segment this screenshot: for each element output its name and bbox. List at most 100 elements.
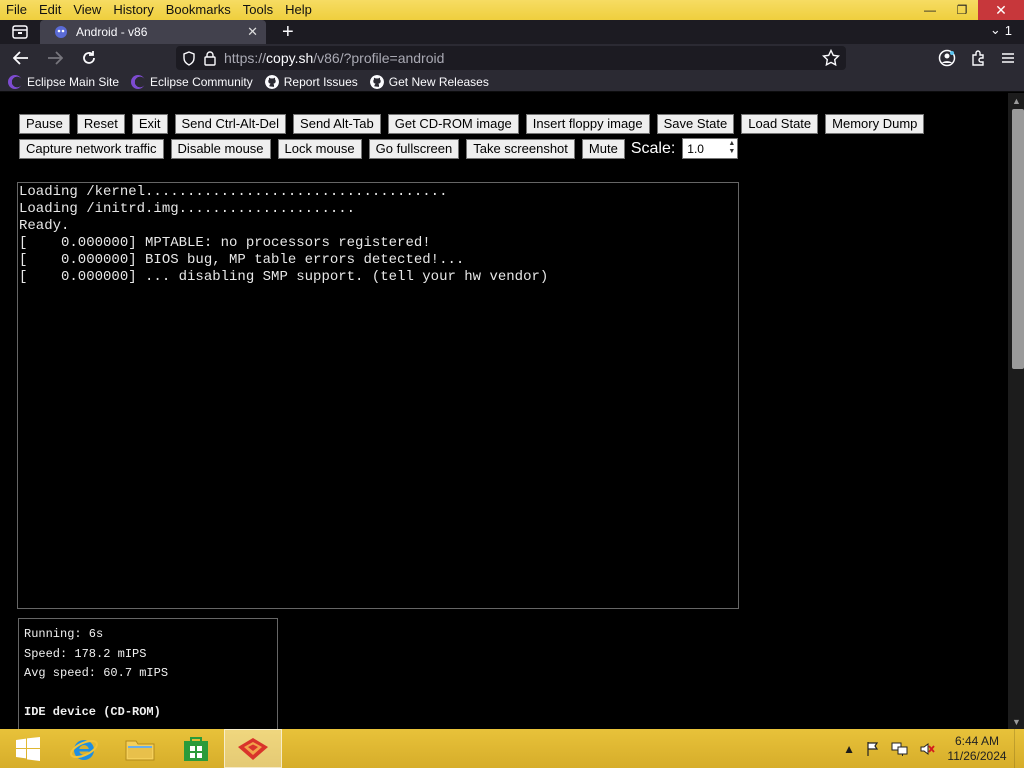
- tab-android-v86[interactable]: Android - v86 ✕: [40, 20, 266, 44]
- scroll-up-icon[interactable]: ▲: [1012, 96, 1021, 106]
- get-cdrom-image-button[interactable]: Get CD-ROM image: [387, 114, 519, 134]
- bookmark-eclipse-community[interactable]: Eclipse Community: [131, 74, 253, 89]
- scale-input[interactable]: 1.0 ▲ ▼: [682, 138, 739, 159]
- menu-tools[interactable]: Tools: [237, 0, 279, 20]
- pause-button[interactable]: Pause: [19, 114, 70, 134]
- save-state-button[interactable]: Save State: [656, 114, 735, 134]
- menu-bar: File Edit View History Bookmarks Tools H…: [0, 0, 1024, 20]
- lock-icon[interactable]: [204, 50, 216, 66]
- capture-network-traffic-button[interactable]: Capture network traffic: [19, 138, 164, 159]
- runtime-info-panel: Running: 6s Speed: 178.2 mIPS Avg speed:…: [18, 618, 278, 729]
- v86-favicon-icon: [55, 26, 67, 38]
- controls-row-1: Pause Reset Exit Send Ctrl-Alt-Del Send …: [19, 114, 925, 134]
- eclipse-icon: [8, 74, 22, 89]
- page-scrollbar[interactable]: ▲ ▼: [1008, 93, 1024, 729]
- minimize-icon[interactable]: —: [914, 0, 946, 20]
- lock-mouse-button[interactable]: Lock mouse: [277, 138, 362, 159]
- start-button[interactable]: [0, 729, 56, 768]
- nav-bar: https://copy.sh/v86/?profile=android: [0, 44, 1024, 72]
- volume-muted-icon[interactable]: [919, 741, 935, 757]
- windows-logo-icon: [16, 736, 40, 761]
- menu-file[interactable]: File: [0, 0, 33, 20]
- clock-time: 6:44 AM: [954, 733, 1000, 748]
- screen-line: [ 0.000000] MPTABLE: no processors regis…: [19, 235, 431, 251]
- screen-line: [ 0.000000] BIOS bug, MP table errors de…: [19, 252, 465, 268]
- chevron-down-icon: ⌄: [989, 22, 1001, 37]
- load-state-button[interactable]: Load State: [741, 114, 819, 134]
- scale-value: 1.0: [687, 141, 704, 156]
- bookmark-report-issues[interactable]: Report Issues: [264, 74, 358, 89]
- mute-button[interactable]: Mute: [581, 138, 625, 159]
- go-fullscreen-button[interactable]: Go fullscreen: [368, 138, 460, 159]
- menu-help[interactable]: Help: [279, 0, 318, 20]
- scrollbar-thumb[interactable]: [1012, 109, 1024, 369]
- github-icon: [369, 74, 384, 89]
- taskbar-internet-explorer[interactable]: [56, 729, 112, 768]
- menu-history[interactable]: History: [107, 0, 159, 20]
- forward-icon[interactable]: [38, 44, 72, 72]
- taskbar-store[interactable]: [168, 729, 224, 768]
- exit-button[interactable]: Exit: [131, 114, 168, 134]
- disable-mouse-button[interactable]: Disable mouse: [170, 138, 271, 159]
- bookmark-eclipse-main-site[interactable]: Eclipse Main Site: [8, 74, 119, 89]
- screen-line: Loading /kernel.........................…: [19, 184, 448, 200]
- reset-button[interactable]: Reset: [76, 114, 125, 134]
- url-bar[interactable]: https://copy.sh/v86/?profile=android: [176, 46, 846, 70]
- network-icon[interactable]: [891, 741, 909, 757]
- reload-icon[interactable]: [72, 44, 106, 72]
- bookmark-star-icon[interactable]: [822, 49, 840, 67]
- spinner-arrows-icon[interactable]: ▲ ▼: [728, 140, 735, 156]
- running-time: Running: 6s: [24, 627, 104, 641]
- github-icon: [264, 74, 279, 89]
- internet-explorer-icon: [70, 739, 98, 760]
- close-window-icon[interactable]: ✕: [978, 0, 1024, 20]
- taskbar-firefox-active[interactable]: [224, 729, 282, 768]
- scroll-down-icon[interactable]: ▼: [1012, 717, 1021, 727]
- tab-list-button[interactable]: ⌄ 1: [990, 22, 1012, 38]
- account-icon[interactable]: [938, 49, 956, 67]
- bookmark-get-new-releases[interactable]: Get New Releases: [369, 74, 489, 89]
- menu-edit[interactable]: Edit: [33, 0, 67, 20]
- tab-overview-icon[interactable]: [0, 20, 40, 44]
- ide-device-heading: IDE device (CD-ROM): [24, 705, 161, 719]
- send-ctrl-alt-del-button[interactable]: Send Ctrl-Alt-Del: [174, 114, 287, 134]
- menu-view[interactable]: View: [67, 0, 107, 20]
- show-desktop-button[interactable]: [1014, 729, 1024, 768]
- clock[interactable]: 6:44 AM 11/26/2024: [940, 734, 1014, 764]
- avg-speed-readout: Avg speed: 60.7 mIPS: [24, 666, 169, 680]
- folder-icon: [125, 740, 155, 760]
- screen-line: Loading /initrd.img.....................: [19, 201, 356, 217]
- tab-close-icon[interactable]: ✕: [247, 24, 258, 40]
- shield-icon[interactable]: [182, 50, 196, 66]
- show-hidden-icons-icon[interactable]: ▲: [843, 742, 855, 756]
- screen-line: Ready.: [19, 218, 70, 234]
- taskbar-file-explorer[interactable]: [112, 729, 168, 768]
- extensions-icon[interactable]: [970, 50, 986, 66]
- restore-icon[interactable]: ❐: [946, 0, 978, 20]
- emulator-screen[interactable]: Loading /kernel.........................…: [17, 182, 739, 609]
- taskbar: ▲ 6:44 AM 11/26/2024: [0, 729, 1024, 768]
- tab-bar: Android - v86 ✕ + ⌄ 1: [0, 20, 1024, 44]
- scale-label: Scale:: [630, 139, 676, 157]
- screen-line: [ 0.000000] ... disabling SMP support. (…: [19, 269, 549, 285]
- bookmarks-bar: Eclipse Main Site Eclipse Community Repo…: [0, 72, 1024, 92]
- take-screenshot-button[interactable]: Take screenshot: [466, 138, 575, 159]
- url-domain: copy.sh: [266, 50, 314, 66]
- hamburger-menu-icon[interactable]: [1000, 51, 1016, 65]
- tab-count: 1: [1004, 22, 1012, 38]
- url-scheme: https://: [224, 50, 267, 66]
- menu-bookmarks[interactable]: Bookmarks: [160, 0, 237, 20]
- store-icon: [184, 736, 208, 761]
- memory-dump-button[interactable]: Memory Dump: [825, 114, 925, 134]
- new-tab-button[interactable]: +: [282, 22, 294, 42]
- eclipse-icon: [131, 74, 146, 89]
- send-alt-tab-button[interactable]: Send Alt-Tab: [293, 114, 381, 134]
- insert-floppy-image-button[interactable]: Insert floppy image: [525, 114, 650, 134]
- system-tray: ▲ 6:44 AM 11/26/2024: [838, 729, 1024, 768]
- back-icon[interactable]: [4, 44, 38, 72]
- clock-date: 11/26/2024: [947, 748, 1007, 763]
- controls-row-2: Capture network traffic Disable mouse Lo…: [19, 138, 739, 159]
- action-center-flag-icon[interactable]: [865, 741, 881, 757]
- tab-title: Android - v86: [76, 25, 148, 39]
